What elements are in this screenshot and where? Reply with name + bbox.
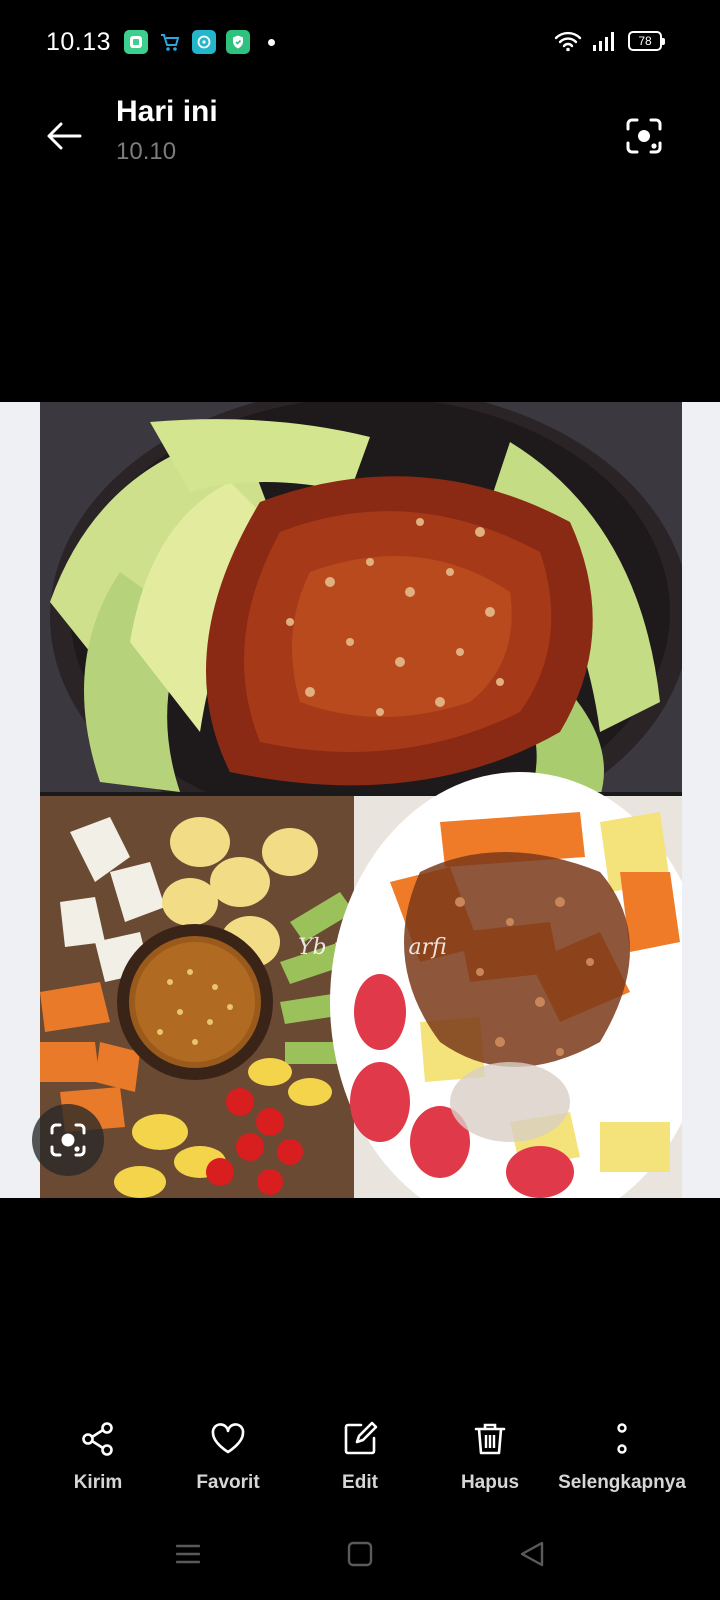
page-title: Hari ini: [116, 95, 218, 128]
square-icon: [347, 1541, 373, 1567]
favorite-label: Favorit: [196, 1472, 260, 1493]
edit-button[interactable]: Edit: [290, 1420, 430, 1494]
food-photo[interactable]: Yb mama arfi: [40, 402, 682, 1198]
share-icon: [82, 1422, 113, 1456]
delete-button[interactable]: Hapus: [420, 1420, 560, 1494]
bottom-action-bar: Kirim Favorit Edit Hapus Selengkapnya: [0, 1420, 720, 1520]
visual-search-button[interactable]: [32, 1104, 104, 1176]
lens-button[interactable]: [620, 112, 668, 160]
share-label: Kirim: [73, 1472, 123, 1493]
page-subtitle: 10.10: [116, 138, 177, 165]
back-button[interactable]: [40, 112, 88, 160]
battery-level: 78: [638, 34, 652, 48]
share-button[interactable]: Kirim: [28, 1420, 168, 1494]
trash-icon: [474, 1423, 506, 1455]
edit-label: Edit: [342, 1472, 378, 1493]
food-photo-illustration: Yb mama arfi: [40, 402, 682, 1198]
recent-apps-button[interactable]: [168, 1534, 208, 1574]
status-bar: 10.13 78: [0, 0, 720, 88]
more-label: Selengkapnya: [558, 1472, 686, 1493]
menu-icon: [175, 1544, 201, 1564]
delete-label: Hapus: [460, 1472, 520, 1493]
battery-icon: 78: [628, 31, 665, 51]
status-time: 10.13: [46, 28, 112, 56]
app-icon: [124, 30, 148, 54]
shop-icon: [158, 30, 182, 54]
triangle-back-icon: [520, 1541, 544, 1567]
favorite-button[interactable]: Favorit: [158, 1420, 298, 1494]
home-button[interactable]: [340, 1534, 380, 1574]
heart-icon: [211, 1423, 245, 1454]
system-icons: 78: [554, 30, 665, 52]
arrow-left-icon: [47, 122, 82, 150]
photo-frame: Yb mama arfi: [0, 402, 720, 1198]
signal-icon: [593, 32, 614, 51]
notification-icons: [124, 30, 275, 54]
shield-icon: [226, 30, 250, 54]
back-nav-button[interactable]: [512, 1534, 552, 1574]
lens-scan-icon: [626, 118, 662, 154]
edit-icon: [344, 1421, 378, 1455]
more-vertical-icon: [617, 1423, 627, 1454]
more-notifications-dot: [268, 38, 275, 46]
chat-icon: [192, 30, 216, 54]
system-nav-bar: [0, 1524, 720, 1584]
wifi-icon: [554, 31, 582, 52]
more-button[interactable]: Selengkapnya: [552, 1420, 692, 1494]
camera-search-icon: [50, 1123, 86, 1157]
watermark-text: Yb mama arfi: [298, 935, 447, 960]
